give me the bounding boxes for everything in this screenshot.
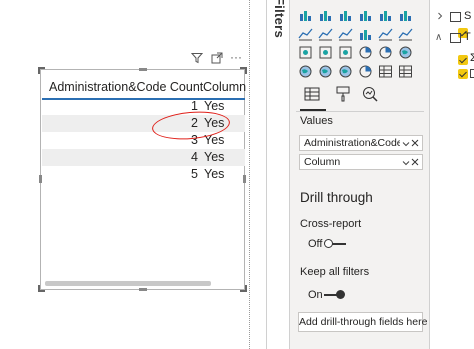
count-cell: 5 [191, 167, 198, 181]
stacked-area-icon[interactable] [338, 26, 353, 41]
resize-handle-br[interactable] [240, 285, 247, 292]
percent-column-icon[interactable] [398, 7, 413, 22]
resize-handle-tl[interactable] [38, 67, 45, 74]
values-label: Values [300, 115, 333, 127]
well-item-label: Column [304, 156, 341, 168]
area-chart-icon[interactable] [318, 26, 333, 41]
canvas-divider [249, 0, 250, 349]
column-header-column[interactable]: Column [203, 80, 246, 94]
toggle-track [332, 243, 346, 245]
cross-report-toggle[interactable]: Off [290, 236, 360, 252]
resize-handle-bottom[interactable] [139, 288, 147, 291]
resize-handle-bl[interactable] [38, 285, 45, 292]
horizontal-scrollbar[interactable] [45, 281, 211, 286]
waterfall-icon[interactable] [298, 45, 313, 60]
table-header: Administration&Code Count Column [42, 75, 246, 100]
drill-through-title: Drill through [300, 190, 373, 205]
card-icon[interactable] [378, 64, 393, 79]
field-table-name[interactable]: T [464, 31, 471, 43]
count-cell: 4 [191, 150, 198, 164]
analytics-tab-icon[interactable] [360, 84, 380, 106]
fields-tab-icon[interactable] [302, 84, 322, 106]
table-icon [450, 12, 461, 22]
stacked-column-icon[interactable] [318, 7, 333, 22]
line-clustered-icon[interactable] [378, 26, 393, 41]
line-column-icon[interactable] [358, 26, 373, 41]
toggle-state-label: On [308, 289, 323, 301]
chevron-down-icon[interactable] [402, 137, 410, 150]
values-well-item[interactable]: Column [299, 154, 423, 170]
chevron-right-icon[interactable] [436, 12, 444, 22]
more-options-icon[interactable]: ··· [230, 50, 242, 64]
table-row[interactable]: 4 Yes [42, 149, 245, 166]
pie-icon[interactable] [358, 45, 373, 60]
filters-pane-collapsed[interactable]: Filters [266, 0, 289, 349]
format-tab-icon[interactable] [333, 84, 353, 106]
donut-icon[interactable] [378, 45, 393, 60]
resize-handle-tr[interactable] [240, 67, 247, 74]
keep-filters-label: Keep all filters [300, 266, 370, 278]
remove-field-icon[interactable] [411, 155, 419, 169]
map-icon[interactable] [298, 64, 313, 79]
treemap-icon[interactable] [398, 45, 413, 60]
table-visual[interactable]: Administration&Code Count Column 1 Yes 2… [38, 67, 247, 292]
remove-field-icon[interactable] [411, 136, 419, 150]
multirow-card-icon[interactable] [398, 64, 413, 79]
add-drill-through-fields-drop[interactable]: Add drill-through fields here [298, 312, 427, 332]
filters-label-box: Filters [267, 0, 290, 40]
toggle-state-label: Off [308, 238, 323, 250]
funnel-icon[interactable] [318, 45, 333, 60]
table-row[interactable]: 3 Yes [42, 132, 245, 149]
filter-icon[interactable] [190, 52, 204, 67]
gauge-icon[interactable] [358, 64, 373, 79]
chevron-down-icon[interactable] [402, 156, 410, 169]
stacked-bar-icon[interactable] [298, 7, 313, 22]
filled-map-icon[interactable] [318, 64, 333, 79]
table-icon [450, 33, 461, 43]
ribbon-icon[interactable] [398, 26, 413, 41]
resize-handle-top[interactable] [139, 68, 147, 71]
field-type-icon [470, 69, 474, 78]
scatter-icon[interactable] [338, 45, 353, 60]
line-chart-icon[interactable] [298, 26, 313, 41]
toggle-knob [336, 290, 345, 299]
column-cell: Yes [204, 167, 225, 181]
filters-label[interactable]: Filters [272, 0, 287, 38]
collapse-chevron-icon[interactable]: ∧ [435, 32, 442, 43]
visualizations-pane: Values Administration&Code C Column Dril… [289, 0, 430, 349]
column-cell: Yes [204, 150, 225, 164]
checkbox-icon[interactable] [458, 55, 468, 65]
shape-map-icon[interactable] [338, 64, 353, 79]
values-well-item[interactable]: Administration&Code C [299, 135, 423, 151]
tabs-separator [296, 111, 424, 112]
sigma-icon: Σ [470, 52, 474, 64]
clustered-column-icon[interactable] [358, 7, 373, 22]
checkbox-icon[interactable] [458, 69, 468, 79]
percent-bar-icon[interactable] [378, 7, 393, 22]
keep-filters-toggle[interactable]: On [290, 287, 360, 303]
column-header-count[interactable]: Administration&Code Count [49, 80, 203, 94]
cross-report-label: Cross-report [300, 218, 362, 230]
clustered-bar-icon[interactable] [338, 7, 353, 22]
fields-pane: S ∧ T Σ [431, 0, 474, 349]
pane-tabs [300, 84, 420, 111]
table-row[interactable]: 5 Yes [42, 166, 245, 183]
well-item-label: Administration&Code C [304, 137, 400, 149]
focus-mode-icon[interactable] [211, 52, 223, 67]
field-table-name[interactable]: S [464, 10, 471, 22]
visual-header: ··· [186, 50, 246, 68]
